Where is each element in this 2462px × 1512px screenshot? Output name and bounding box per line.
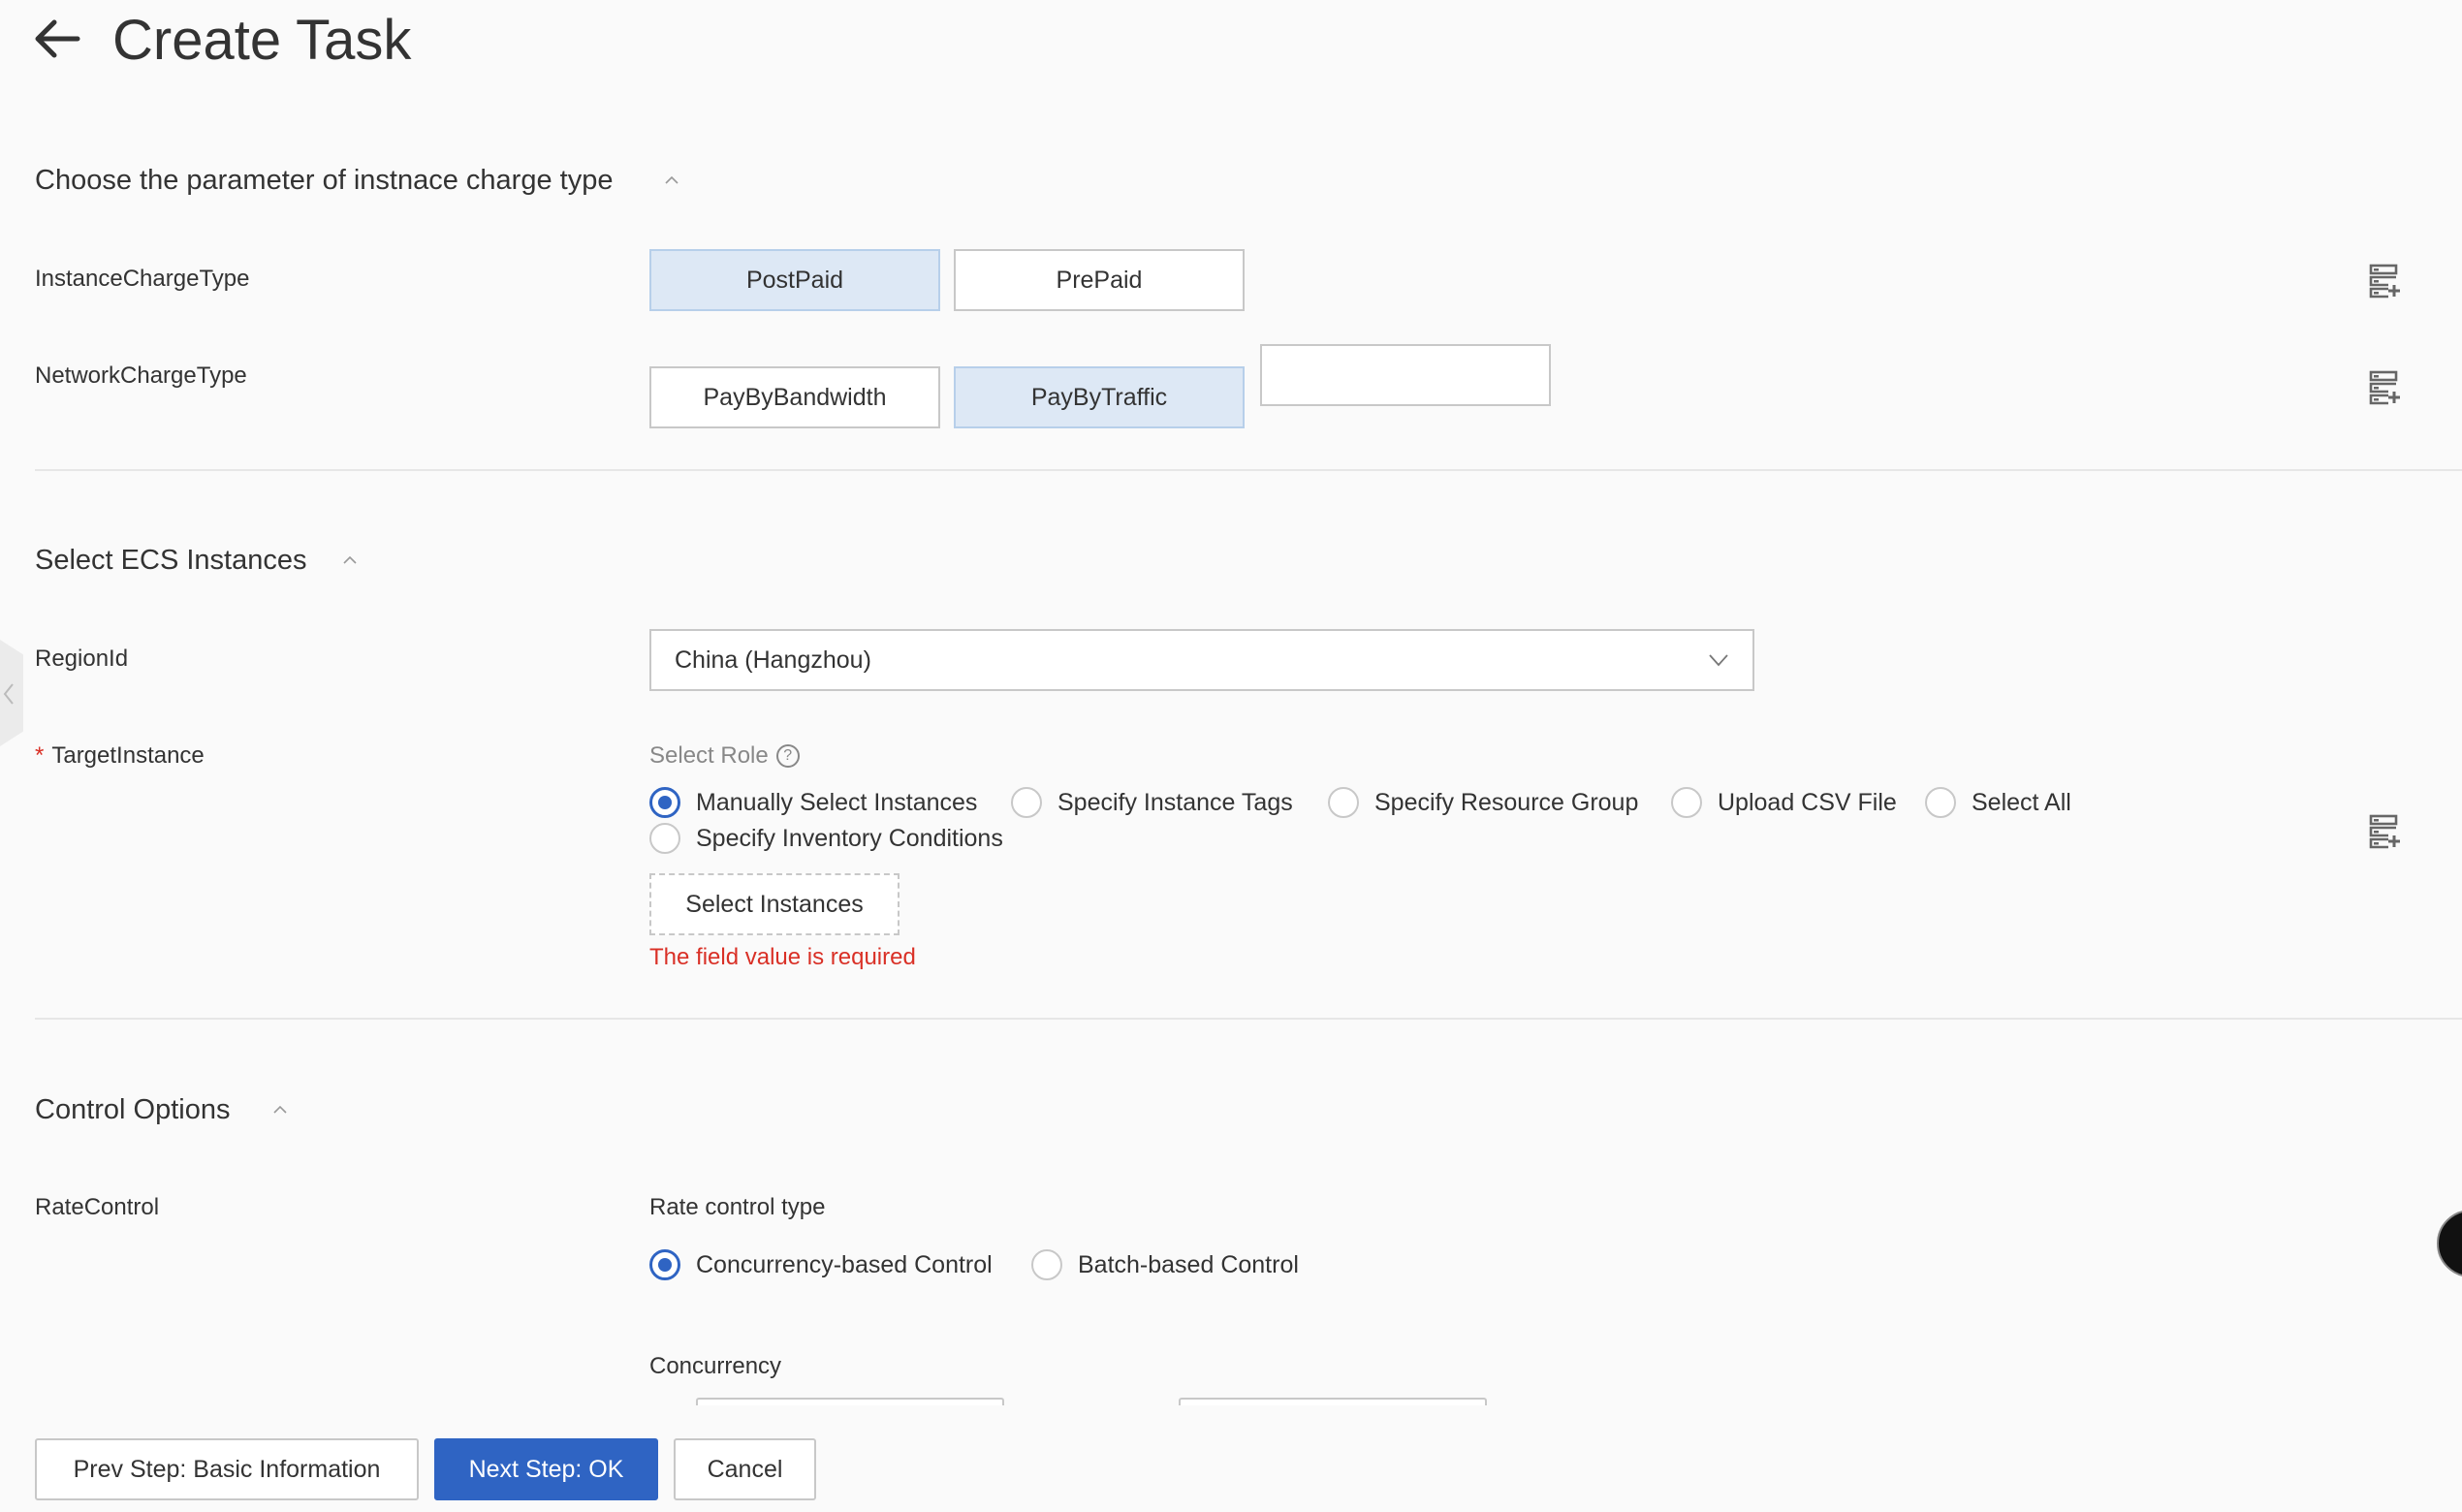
collapse-caret-icon[interactable] xyxy=(663,174,680,186)
radio-label: Specify Instance Tags xyxy=(1057,788,1293,816)
field-label-target-instance: * TargetInstance xyxy=(35,740,205,772)
chevron-left-icon xyxy=(3,683,14,705)
next-step-button[interactable]: Next Step: OK xyxy=(434,1438,658,1500)
collapse-caret-icon[interactable] xyxy=(341,554,359,566)
concurrency-label: Concurrency xyxy=(649,1353,782,1379)
cancel-button[interactable]: Cancel xyxy=(674,1438,816,1500)
arrow-left-icon xyxy=(35,19,80,58)
radio-concurrency-control[interactable]: Concurrency-based Control xyxy=(649,1249,993,1280)
radio-dot[interactable] xyxy=(1031,1249,1062,1280)
radio-dot[interactable] xyxy=(1671,787,1702,818)
section-title-ecs: Select ECS Instances xyxy=(35,545,307,576)
select-instances-button[interactable]: Select Instances xyxy=(649,873,900,935)
field-label-instance-charge-type: InstanceChargeType xyxy=(35,266,250,292)
radio-instance-tags[interactable]: Specify Instance Tags xyxy=(1011,787,1293,818)
server-add-icon[interactable] xyxy=(2369,264,2400,299)
region-select[interactable]: China (Hangzhou) xyxy=(649,629,1754,691)
back-button[interactable] xyxy=(33,17,81,60)
floating-help-button[interactable] xyxy=(2437,1210,2462,1277)
option-postpaid[interactable]: PostPaid xyxy=(649,249,940,311)
option-paybytraffic[interactable]: PayByTraffic xyxy=(954,366,1245,428)
page-title: Create Task xyxy=(112,9,412,72)
radio-label: Batch-based Control xyxy=(1078,1250,1299,1278)
radio-dot[interactable] xyxy=(1925,787,1956,818)
question-circle-icon[interactable]: ? xyxy=(775,744,800,768)
radio-dot[interactable] xyxy=(1011,787,1042,818)
collapse-caret-icon[interactable] xyxy=(271,1104,289,1116)
rate-control-type-label: Rate control type xyxy=(649,1194,826,1220)
radio-label: Upload CSV File xyxy=(1718,788,1897,816)
section-title-control: Control Options xyxy=(35,1094,231,1125)
radio-batch-control[interactable]: Batch-based Control xyxy=(1031,1249,1299,1280)
region-select-value: China (Hangzhou) xyxy=(675,646,871,674)
option-prepaid[interactable]: PrePaid xyxy=(954,249,1245,311)
radio-label: Specify Resource Group xyxy=(1374,788,1639,816)
section-divider xyxy=(35,469,2462,471)
radio-dot[interactable] xyxy=(649,823,680,854)
radio-dot[interactable] xyxy=(1328,787,1359,818)
radio-inventory-conditions[interactable]: Specify Inventory Conditions xyxy=(649,823,1003,854)
radio-label: Select All xyxy=(1972,788,2071,816)
chevron-down-icon xyxy=(1709,654,1728,667)
field-error-message: The field value is required xyxy=(649,944,916,970)
radio-label: Concurrency-based Control xyxy=(696,1250,993,1278)
option-paybybandwidth[interactable]: PayByBandwidth xyxy=(649,366,940,428)
sidebar-expand-tab[interactable] xyxy=(0,640,23,746)
radio-dot[interactable] xyxy=(649,787,680,818)
required-mark: * xyxy=(35,742,45,769)
radio-resource-group[interactable]: Specify Resource Group xyxy=(1328,787,1638,818)
radio-select-all[interactable]: Select All xyxy=(1925,787,2071,818)
radio-dot[interactable] xyxy=(649,1249,680,1280)
field-label-network-charge-type: NetworkChargeType xyxy=(35,362,247,389)
radio-upload-csv[interactable]: Upload CSV File xyxy=(1671,787,1897,818)
network-extra-input[interactable] xyxy=(1260,344,1551,406)
section-title-charge: Choose the parameter of instnace charge … xyxy=(35,165,614,196)
section-divider xyxy=(35,1018,2462,1020)
prev-step-button[interactable]: Prev Step: Basic Information xyxy=(35,1438,419,1500)
server-add-icon[interactable] xyxy=(2369,370,2400,405)
field-label-rate-control: RateControl xyxy=(35,1194,160,1220)
select-role-text: Select Role xyxy=(649,742,769,769)
field-label-region-id: RegionId xyxy=(35,646,129,672)
select-role-label: Select Role ? xyxy=(649,740,800,772)
target-instance-label: TargetInstance xyxy=(51,742,205,769)
radio-manually-select[interactable]: Manually Select Instances xyxy=(649,787,977,818)
server-add-icon[interactable] xyxy=(2369,814,2400,849)
radio-label: Manually Select Instances xyxy=(696,788,978,816)
radio-label: Specify Inventory Conditions xyxy=(696,824,1003,852)
